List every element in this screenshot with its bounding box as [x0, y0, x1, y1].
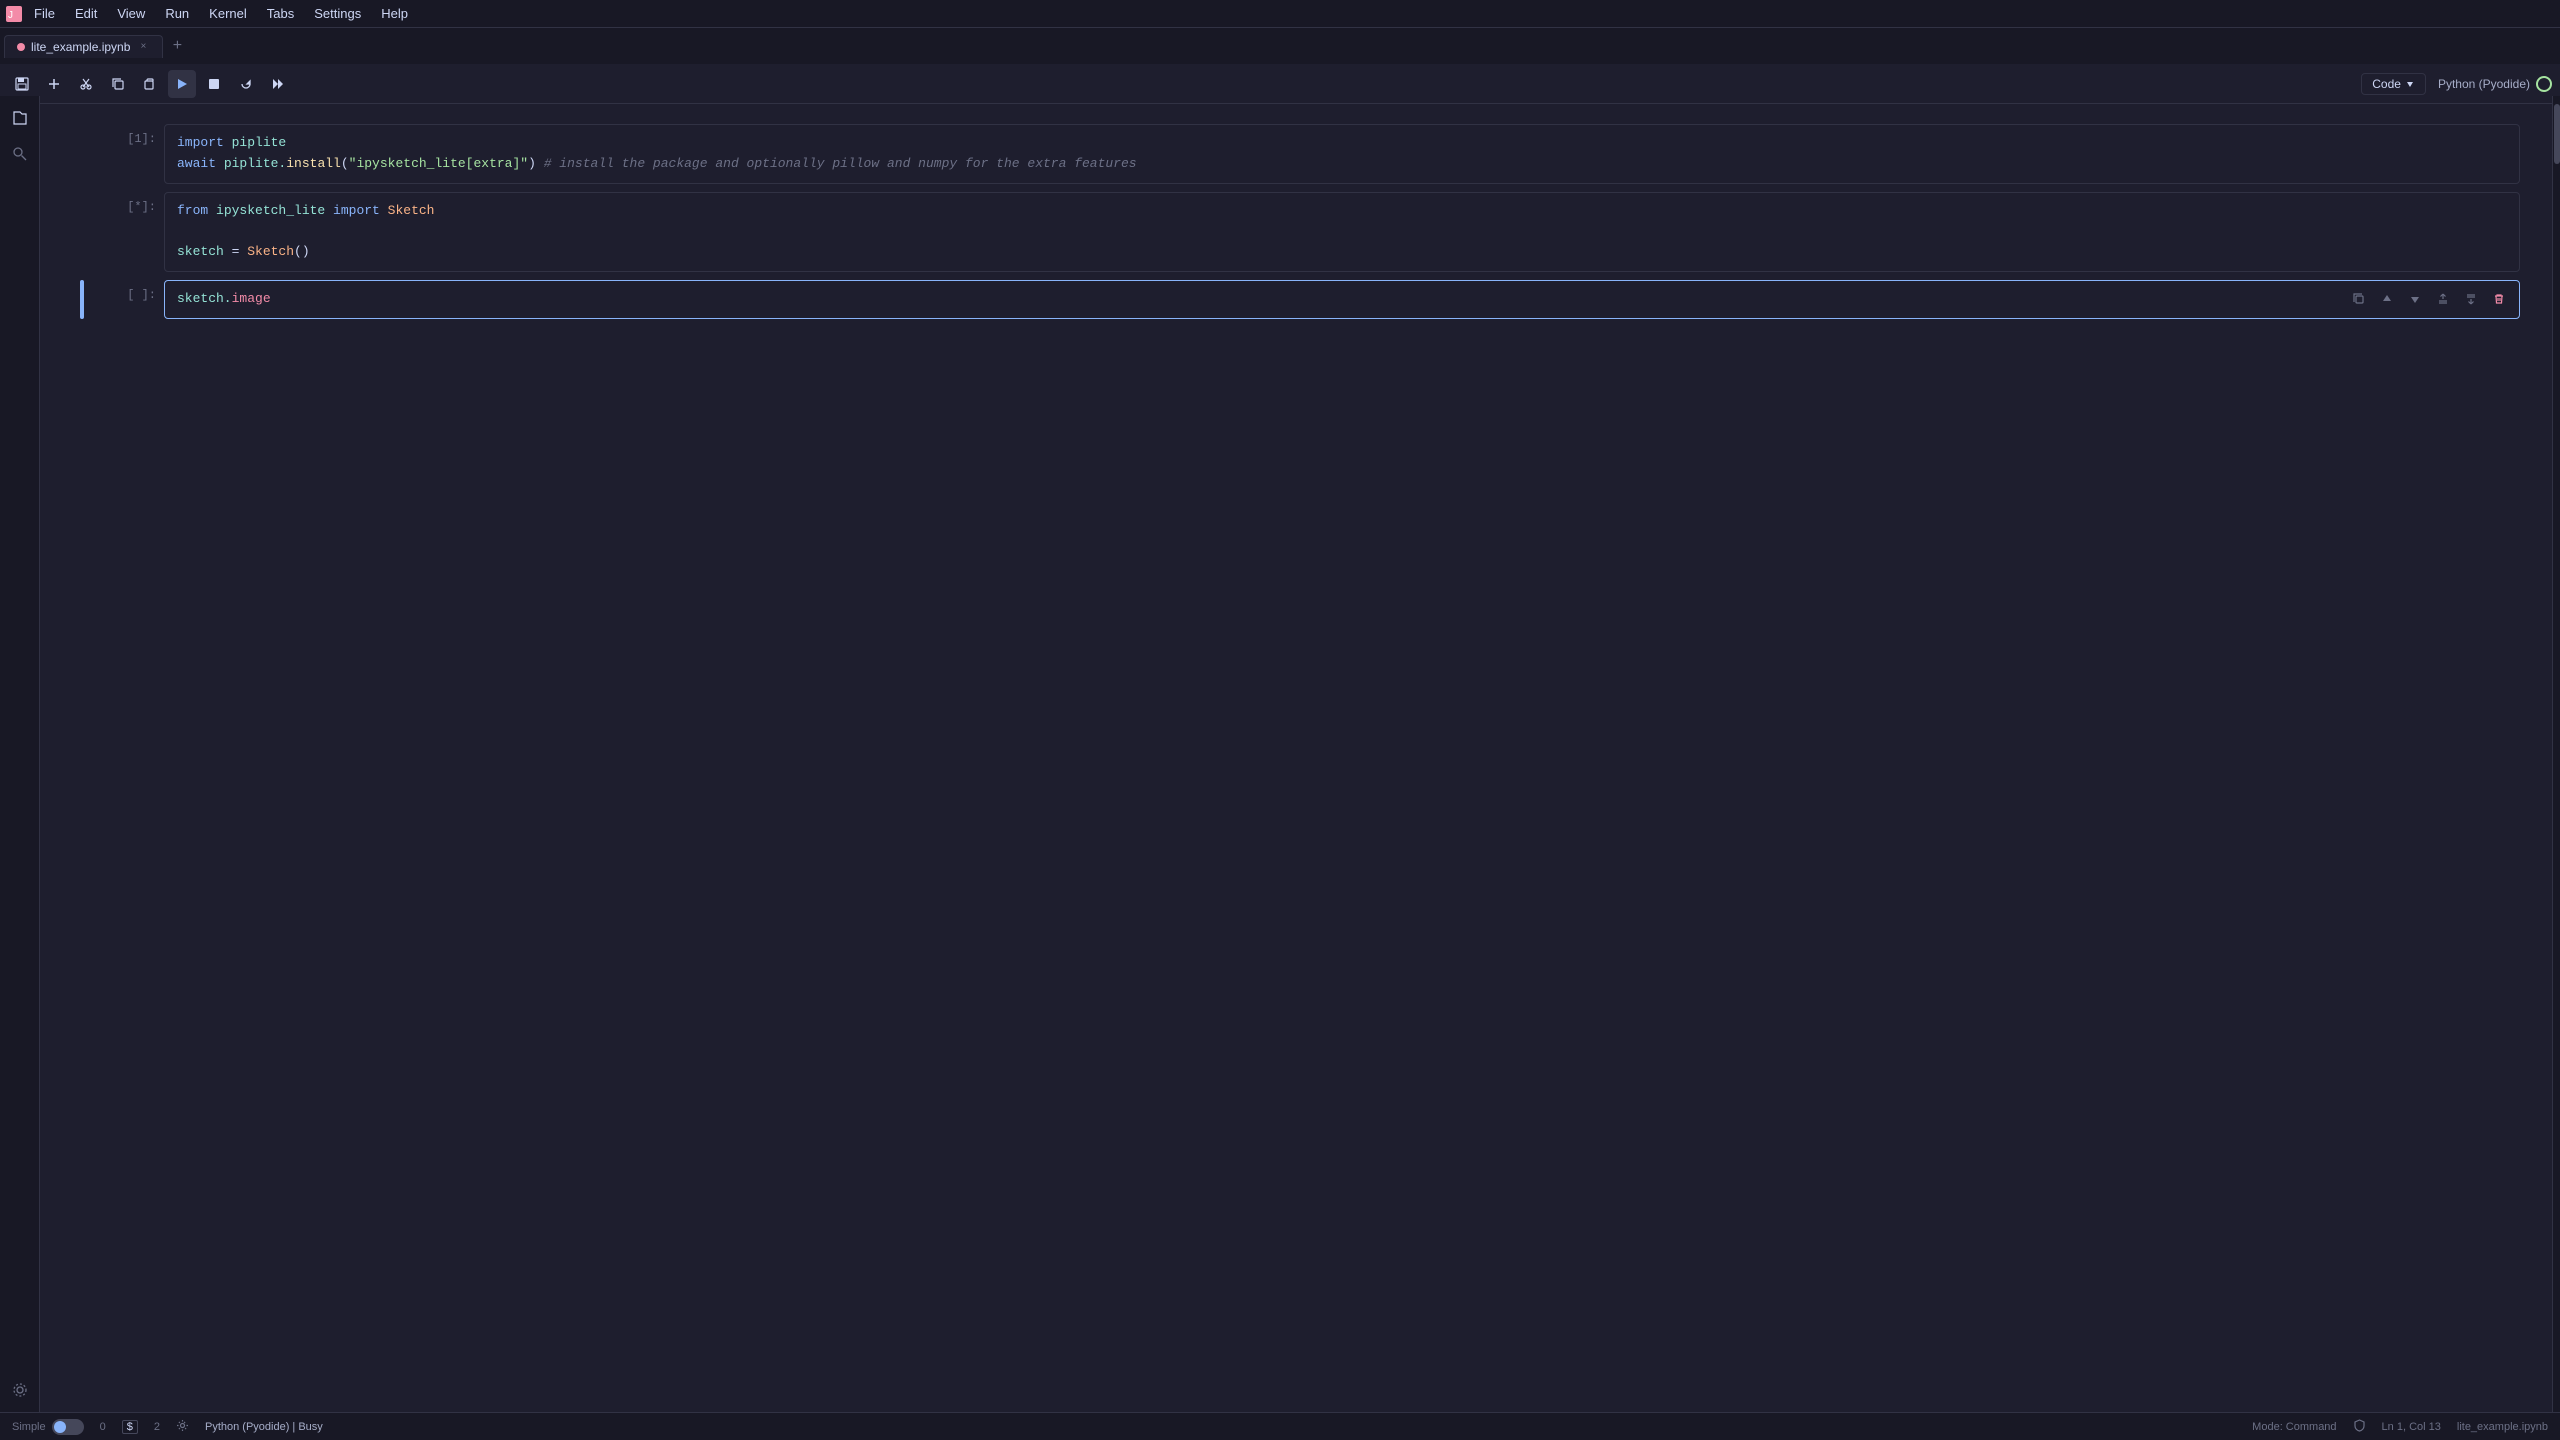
scrollbar[interactable]: [2552, 96, 2560, 1412]
copy-button[interactable]: [104, 70, 132, 98]
kernel-name: Python (Pyodide): [2438, 77, 2530, 91]
svg-text:J: J: [8, 10, 13, 21]
tab-notebook[interactable]: lite_example.ipynb ×: [4, 35, 163, 58]
cell-3-actions: [2347, 287, 2511, 311]
cell-1: [1]: import piplite await piplite.instal…: [80, 124, 2520, 184]
tab-label: lite_example.ipynb: [31, 40, 130, 54]
code-line: sketch = Sketch(): [177, 242, 2507, 263]
menubar: J File Edit View Run Kernel Tabs Setting…: [0, 0, 2560, 28]
statusbar: Simple 0 $ 2 Python (Pyodide) | Busy Mod…: [0, 1412, 2560, 1440]
app-icon: J: [4, 4, 24, 24]
search-icon[interactable]: [6, 140, 34, 168]
menu-edit[interactable]: Edit: [65, 4, 107, 23]
code-line: import piplite: [177, 133, 2507, 154]
restart-button[interactable]: [232, 70, 260, 98]
add-above-button[interactable]: [2431, 287, 2455, 311]
cell-1-content[interactable]: import piplite await piplite.install("ip…: [164, 124, 2520, 184]
status-gear[interactable]: [176, 1419, 189, 1435]
cell-2-prompt: [*]:: [84, 192, 164, 272]
kernel-status-text: Python (Pyodide) | Busy: [205, 1421, 323, 1433]
cell-type-label: Code: [2372, 77, 2401, 91]
cell-3-prompt: [ ]:: [84, 280, 164, 319]
delete-cell-button[interactable]: [2487, 287, 2511, 311]
cell-2-content[interactable]: from ipysketch_lite import Sketch sketch…: [164, 192, 2520, 272]
kernel-circle: [2536, 76, 2552, 92]
cell-type-chevron: [2405, 79, 2415, 89]
copy-cell-button[interactable]: [2347, 287, 2371, 311]
save-button[interactable]: [8, 70, 36, 98]
status-right: Mode: Command Ln 1, Col 13 lite_example.…: [2252, 1419, 2548, 1435]
mode-command-text: Mode: Command: [2252, 1421, 2336, 1433]
files-icon[interactable]: [6, 104, 34, 132]
menu-file[interactable]: File: [24, 4, 65, 23]
extensions-icon[interactable]: [6, 1376, 34, 1404]
add-cell-button[interactable]: [40, 70, 68, 98]
toggle-thumb: [54, 1421, 66, 1433]
status-zero: 0: [100, 1421, 106, 1433]
move-down-button[interactable]: [2403, 287, 2427, 311]
stop-button[interactable]: [200, 70, 228, 98]
filename-status: lite_example.ipynb: [2457, 1421, 2548, 1433]
cell-3-content[interactable]: sketch.image: [164, 280, 2520, 319]
notebook-area: [1]: import piplite await piplite.instal…: [40, 104, 2560, 1420]
kernel-indicator: Python (Pyodide): [2438, 76, 2552, 92]
tab-modified-dot: [17, 43, 25, 51]
move-up-button[interactable]: [2375, 287, 2399, 311]
menu-view[interactable]: View: [107, 4, 155, 23]
cut-button[interactable]: [72, 70, 100, 98]
simple-mode-toggle[interactable]: Simple: [12, 1419, 84, 1435]
code-line: from ipysketch_lite import Sketch: [177, 201, 2507, 222]
shield-icon: [2353, 1419, 2366, 1435]
status-dollar[interactable]: $: [122, 1420, 138, 1434]
cell-type-select[interactable]: Code: [2361, 73, 2426, 95]
toggle-track[interactable]: [52, 1419, 84, 1435]
menu-tabs[interactable]: Tabs: [257, 4, 304, 23]
tab-close-button[interactable]: ×: [136, 40, 150, 54]
simple-mode-label: Simple: [12, 1421, 46, 1433]
paste-button[interactable]: [136, 70, 164, 98]
cell-1-prompt: [1]:: [84, 124, 164, 184]
new-tab-button[interactable]: +: [165, 34, 189, 58]
status-two: 2: [154, 1421, 160, 1433]
scroll-thumb: [2554, 104, 2560, 164]
run-all-button[interactable]: [264, 70, 292, 98]
toolbar: Code Python (Pyodide): [0, 64, 2560, 104]
cell-3: [ ]: sketch.image: [80, 280, 2520, 319]
menu-kernel[interactable]: Kernel: [199, 4, 257, 23]
cell-2: [*]: from ipysketch_lite import Sketch s…: [80, 192, 2520, 272]
add-below-button[interactable]: [2459, 287, 2483, 311]
menu-run[interactable]: Run: [155, 4, 199, 23]
code-line: sketch.image: [177, 289, 2507, 310]
side-panel: [0, 96, 40, 1412]
ln-col-text: Ln 1, Col 13: [2382, 1421, 2441, 1433]
tabbar: lite_example.ipynb × +: [0, 28, 2560, 64]
code-line: await piplite.install("ipysketch_lite[ex…: [177, 154, 2507, 175]
menu-help[interactable]: Help: [371, 4, 418, 23]
run-cell-button[interactable]: [168, 70, 196, 98]
code-line: [177, 221, 2507, 242]
menu-settings[interactable]: Settings: [304, 4, 371, 23]
